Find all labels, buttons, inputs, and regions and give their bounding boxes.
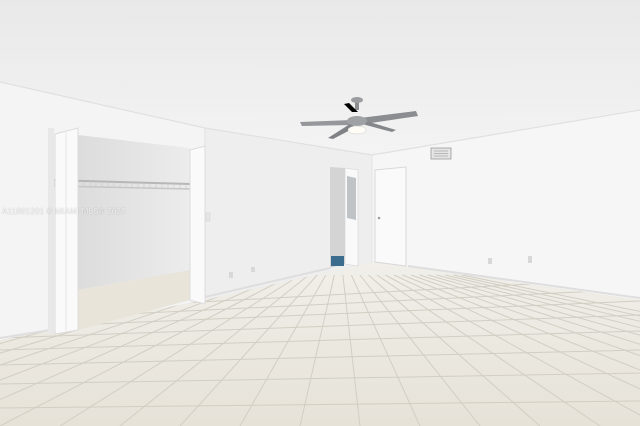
hall-doorway-floor bbox=[331, 256, 344, 266]
outlet bbox=[229, 272, 233, 278]
hall-door-glass bbox=[347, 176, 356, 220]
outlet bbox=[488, 258, 492, 264]
fan-light bbox=[347, 125, 367, 135]
light-switch[interactable] bbox=[205, 212, 211, 222]
fan-motor bbox=[347, 116, 367, 126]
closet-frame-left bbox=[48, 128, 54, 333]
outlet bbox=[251, 267, 255, 272]
door-knob[interactable] bbox=[377, 216, 381, 220]
closed-door[interactable] bbox=[374, 166, 407, 267]
fan-canopy bbox=[351, 97, 363, 103]
hall-doorway[interactable] bbox=[330, 167, 345, 268]
mls-watermark: A11801201 © MIAMI MLS® 2025 bbox=[2, 207, 126, 216]
closet-door-right[interactable] bbox=[189, 145, 206, 305]
outlet bbox=[528, 256, 532, 263]
